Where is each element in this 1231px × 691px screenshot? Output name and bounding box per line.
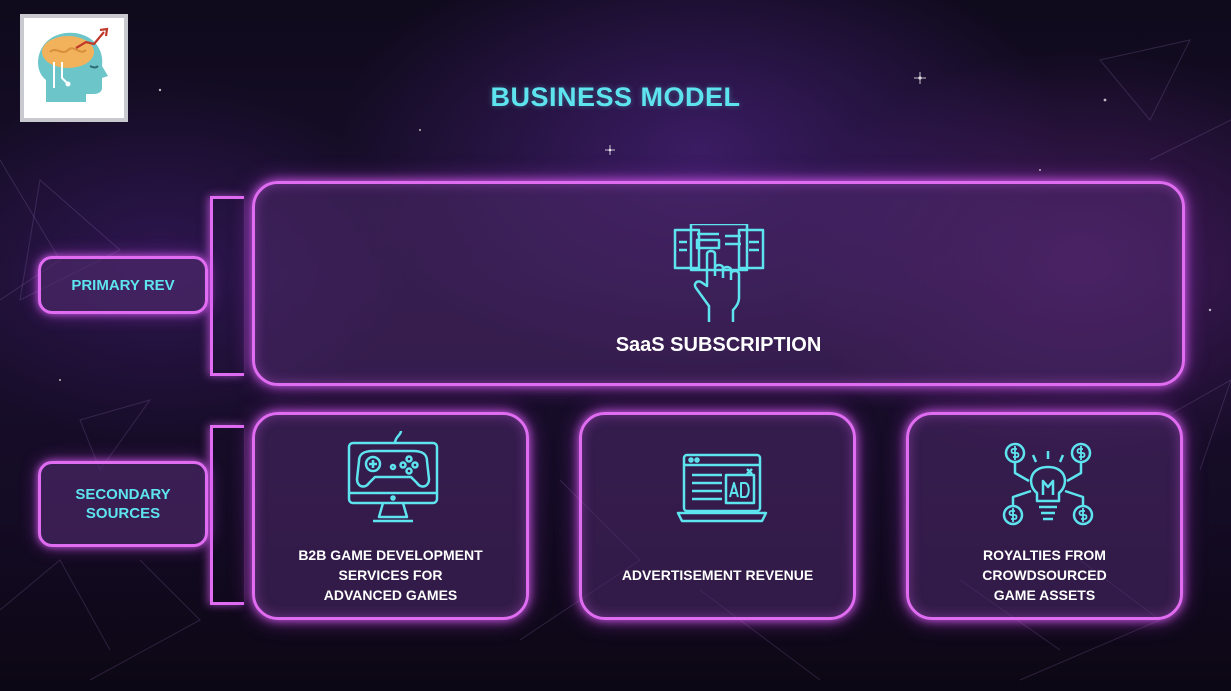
royalties-card-label-line2: CROWDSOURCED: [982, 567, 1107, 583]
primary-bracket: [210, 196, 244, 376]
saas-subscription-label: SaaS SUBSCRIPTION: [615, 334, 822, 356]
b2b-card-label-line1: B2B GAME DEVELOPMENT: [298, 547, 483, 563]
royalties-card: ROYALTIES FROM CROWDSOURCED GAME ASSETS: [906, 412, 1183, 620]
subscription-hand-icon: [673, 224, 765, 322]
royalties-card-label-line3: GAME ASSETS: [993, 587, 1096, 603]
royalties-card-label: ROYALTIES FROM CROWDSOURCED GAME ASSETS: [909, 545, 1180, 605]
secondary-sources-tag-line1: SECONDARY: [75, 486, 171, 503]
advertisement-revenue-card: ADVERTISEMENT REVENUE: [579, 412, 856, 620]
advertisement-card-label: ADVERTISEMENT REVENUE: [621, 567, 814, 583]
slide-title: BUSINESS MODEL: [490, 82, 741, 112]
royalties-card-label-line1: ROYALTIES FROM: [983, 547, 1106, 563]
slide: BUSINESS MODEL PRIMARY REV SaaS SUBSCRIP…: [0, 0, 1231, 691]
lightbulb-money-icon: [1002, 442, 1094, 526]
saas-subscription-card: SaaS SUBSCRIPTION: [252, 181, 1185, 386]
secondary-bracket: [210, 425, 244, 605]
b2b-game-development-card: B2B GAME DEVELOPMENT SERVICES FOR ADVANC…: [252, 412, 529, 620]
primary-rev-tag: PRIMARY REV: [38, 256, 208, 314]
b2b-card-label: B2B GAME DEVELOPMENT SERVICES FOR ADVANC…: [255, 545, 526, 605]
secondary-sources-tag: SECONDARY SOURCES: [38, 461, 208, 547]
b2b-card-label-line2: SERVICES FOR: [338, 567, 443, 583]
secondary-sources-tag-line2: SOURCES: [85, 505, 161, 522]
primary-rev-tag-label: PRIMARY REV: [71, 276, 175, 294]
ad-laptop-icon: [676, 453, 768, 523]
b2b-card-label-line3: ADVANCED GAMES: [323, 587, 458, 603]
game-controller-monitor-icon: [347, 431, 439, 523]
